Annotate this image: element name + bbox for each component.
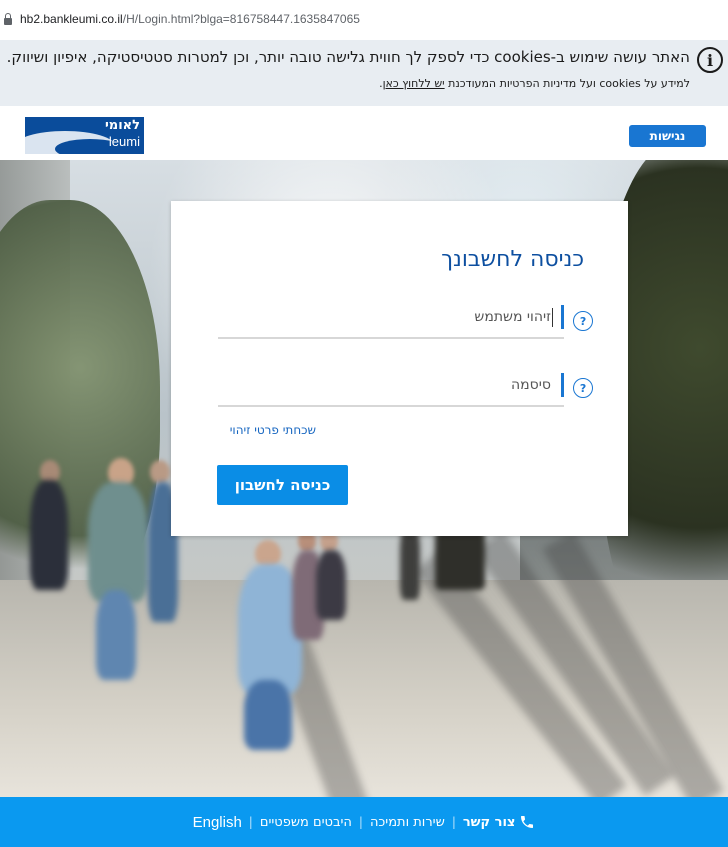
password-help-icon[interactable]: ? — [573, 378, 593, 398]
login-title: כניסה לחשבונך — [441, 247, 584, 272]
browser-address-bar[interactable]: hb2.bankleumi.co.il/H/Login.html?blga=81… — [0, 0, 728, 40]
leumi-logo[interactable]: לאומי leumi — [25, 117, 144, 154]
username-field[interactable]: זיהוי משתמש — [218, 299, 564, 339]
footer-separator: | — [451, 815, 456, 829]
cookie-details: למידע על cookies ועל מדיניות הפרטיות המע… — [379, 77, 690, 90]
username-help-icon[interactable]: ? — [573, 311, 593, 331]
login-card: כניסה לחשבונך ? זיהוי משתמש ? סיסמה שכחת… — [171, 201, 628, 536]
cookie-banner: i האתר עושה שימוש ב-cookies כדי לספק לך … — [0, 40, 728, 106]
login-submit-button[interactable]: כניסה לחשבון — [217, 465, 348, 505]
site-header: לאומי leumi נגישות — [0, 106, 728, 160]
password-placeholder: סיסמה — [511, 377, 551, 393]
cookie-message: האתר עושה שימוש ב-cookies כדי לספק לך חו… — [6, 48, 690, 66]
phone-icon — [521, 816, 534, 828]
service-link[interactable]: שירות ותמיכה — [370, 815, 445, 830]
url-text[interactable]: hb2.bankleumi.co.il/H/Login.html?blga=81… — [20, 12, 360, 26]
english-link[interactable]: English — [193, 814, 242, 831]
forgot-credentials-link[interactable]: שכחתי פרטי זיהוי — [230, 423, 316, 437]
cookie-policy-link[interactable]: יש ללחוץ כאן — [383, 77, 445, 90]
accessibility-button[interactable]: נגישות — [629, 125, 706, 147]
contact-link[interactable]: צור קשר — [463, 814, 536, 830]
site-footer: צור קשר | שירות ותמיכה | היבטים משפטיים … — [0, 797, 728, 847]
info-icon: i — [697, 47, 723, 73]
legal-link[interactable]: היבטים משפטיים — [260, 815, 352, 830]
username-placeholder: זיהוי משתמש — [474, 309, 551, 325]
lock-icon — [4, 13, 12, 25]
footer-separator: | — [358, 815, 363, 829]
password-field[interactable]: סיסמה — [218, 367, 564, 407]
footer-separator: | — [248, 815, 253, 829]
